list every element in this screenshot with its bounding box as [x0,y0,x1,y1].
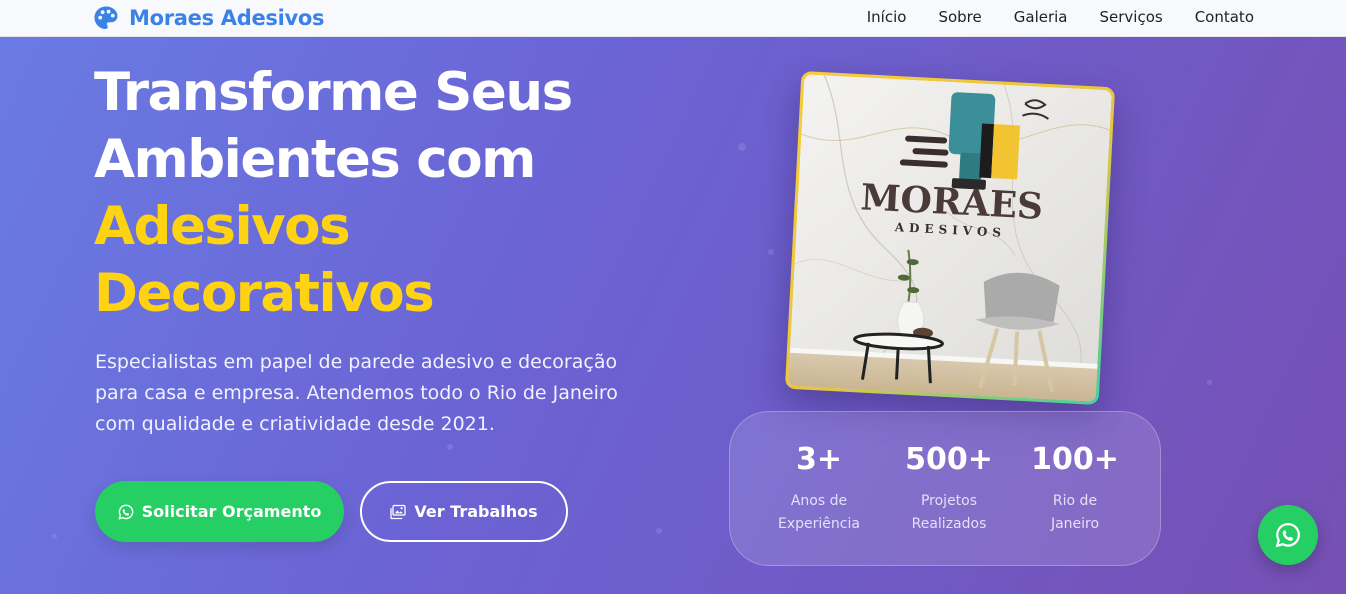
hero-title-accent-2: Decorativos [94,263,435,324]
whatsapp-float-button[interactable] [1258,505,1318,565]
stat-coverage: 100+ Rio de Janeiro [1015,440,1135,536]
stat-years: 3+ Anos de Experiência [759,440,879,536]
nav-menu: Início Sobre Galeria Serviços Contato [835,8,1254,26]
stat-label-line: Anos de [790,493,848,509]
stat-label-line: Realizados [911,516,987,532]
hero-title-line-2: Ambientes com [94,129,536,190]
decorative-dot [738,143,746,151]
stat-label: Projetos Realizados [889,490,1009,536]
hero-image-card: MORAES ADESIVOS [784,71,1116,405]
stat-value: 3+ [795,442,842,477]
brand-name: Moraes Adesivos [129,6,325,30]
navbar: Moraes Adesivos Início Sobre Galeria Ser… [0,0,1346,37]
view-work-label: Ver Trabalhos [414,502,538,521]
request-quote-label: Solicitar Orçamento [141,502,322,521]
hero-section: Transforme Seus Ambientes com Adesivos D… [0,37,1346,594]
decorative-dot [447,444,453,450]
stat-projects: 500+ Projetos Realizados [889,440,1009,536]
stat-label: Rio de Janeiro [1015,490,1135,536]
decorative-dot [1207,380,1212,385]
brand-link[interactable]: Moraes Adesivos [93,5,325,31]
stat-value: 100+ [1031,442,1119,477]
request-quote-button[interactable]: Solicitar Orçamento [95,481,344,542]
decorative-dot [768,249,774,255]
palette-icon [94,6,118,29]
nav-link-sobre[interactable]: Sobre [938,8,981,26]
whatsapp-icon [1275,522,1300,548]
decorative-dot [52,534,57,539]
hero-title-accent-1: Adesivos [94,196,351,257]
nav-link-inicio[interactable]: Início [867,8,907,26]
images-icon [390,504,406,519]
stat-label-line: Janeiro [1050,516,1100,532]
nav-link-servicos[interactable]: Serviços [1100,8,1163,26]
stat-value: 500+ [905,442,993,477]
stat-label-line: Projetos [920,493,978,509]
hero-title: Transforme Seus Ambientes com Adesivos D… [94,59,714,327]
hero-image: MORAES ADESIVOS [788,74,1112,402]
decorative-dot [656,528,662,534]
view-work-button[interactable]: Ver Trabalhos [360,481,568,542]
stat-label-line: Rio de [1052,493,1098,509]
stat-label: Anos de Experiência [759,490,879,536]
showroom-illustration: MORAES ADESIVOS [788,74,1112,402]
whatsapp-icon [118,504,133,520]
stats-panel: 3+ Anos de Experiência 500+ Projetos Rea… [729,411,1161,566]
stat-label-line: Experiência [778,516,860,532]
nav-link-galeria[interactable]: Galeria [1014,8,1068,26]
hero-subtitle: Especialistas em papel de parede adesivo… [95,351,618,435]
hero-title-line-1: Transforme Seus [94,62,573,123]
nav-link-contato[interactable]: Contato [1195,8,1254,26]
